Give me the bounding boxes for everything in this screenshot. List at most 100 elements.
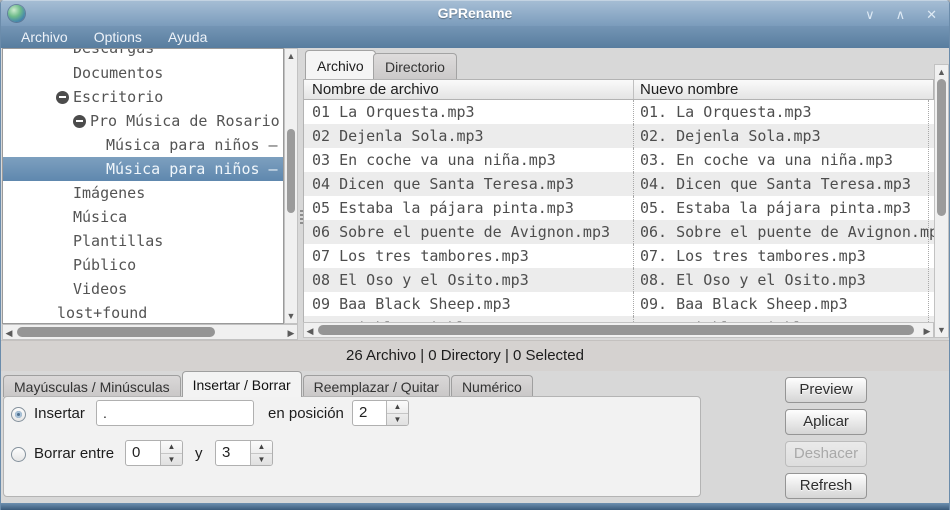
file-name: 08 El Oso y el Osito.mp3 — [304, 268, 634, 292]
column-header-newname[interactable]: Nuevo nombre — [634, 80, 933, 99]
file-new-name: 01. La Orquesta.mp3 — [640, 103, 812, 121]
tab-insertar-borrar[interactable]: Insertar / Borrar — [181, 371, 302, 397]
spin-down-icon[interactable]: ▼ — [387, 413, 408, 425]
scrollbar-thumb[interactable] — [937, 79, 946, 216]
tree-item[interactable]: Videos — [3, 277, 283, 301]
tree-item-label: Escritorio — [73, 88, 164, 106]
scrollbar-thumb[interactable] — [287, 129, 295, 213]
file-name: 04 Dicen que Santa Teresa.mp3 — [304, 172, 634, 196]
file-row[interactable]: 01 La Orquesta.mp3 01. La Orquesta.mp3 — [304, 100, 934, 124]
delete-from-spinner[interactable]: 0 ▲ ▼ — [125, 440, 183, 466]
scroll-left-icon[interactable]: ◀ — [305, 326, 315, 336]
insert-text-input[interactable] — [96, 400, 254, 426]
titlebar[interactable]: GPRename ∨ ∧ ✕ — [1, 0, 949, 26]
close-icon[interactable]: ✕ — [926, 8, 937, 21]
insert-label: Insertar — [34, 405, 85, 422]
tree-item-label: Imágenes — [73, 184, 146, 202]
file-new-name: 02. Dejenla Sola.mp3 — [640, 127, 821, 145]
scroll-right-icon[interactable]: ▶ — [922, 326, 932, 336]
tab-directorio[interactable]: Directorio — [373, 53, 457, 79]
tree-item-label: lost+found — [57, 304, 148, 322]
spin-down-icon[interactable]: ▼ — [161, 453, 182, 465]
collapse-expander-icon[interactable] — [56, 91, 69, 104]
collapse-expander-icon[interactable] — [73, 115, 86, 128]
file-new-name: 08. El Oso y el Osito.mp3 — [640, 271, 866, 289]
tree-item[interactable]: Plantillas — [3, 229, 283, 253]
file-new-name: 06. Sobre el puente de Avignon.mp3 — [640, 223, 934, 241]
tab-label: Numérico — [461, 379, 522, 395]
scrollbar-thumb[interactable] — [17, 327, 215, 337]
file-row[interactable]: 04 Dicen que Santa Teresa.mp3 04. Dicen … — [304, 172, 934, 196]
tree-horizontal-scrollbar: ◀ ▶ — [2, 324, 298, 340]
file-vertical-scrollbar: ▲ ▼ — [934, 64, 949, 338]
tree-item-selected[interactable]: Música para niños – — [3, 157, 283, 181]
tree-item[interactable]: Música para niños – — [3, 133, 283, 157]
tree-item[interactable]: Imágenes — [3, 181, 283, 205]
tree-item[interactable]: Descargas — [3, 49, 283, 61]
tab-reemplazar[interactable]: Reemplazar / Quitar — [302, 375, 450, 397]
tree-item-label: Público — [73, 256, 137, 274]
spin-up-icon[interactable]: ▲ — [161, 441, 182, 453]
tree-item[interactable]: Pro Música de Rosario — [3, 109, 283, 133]
delete-from-value[interactable]: 0 — [126, 441, 160, 465]
column-header-name[interactable]: Nombre de archivo — [304, 80, 634, 99]
spin-up-icon[interactable]: ▲ — [251, 441, 272, 453]
maximize-icon[interactable]: ∧ — [896, 8, 906, 21]
file-name: 05 Estaba la pájara pinta.mp3 — [304, 196, 634, 220]
scrollbar-thumb[interactable] — [318, 325, 914, 335]
tree-item-label: Pro Música de Rosario — [90, 112, 280, 130]
file-row[interactable]: 09 Baa Black Sheep.mp3 09. Baa Black She… — [304, 292, 934, 316]
tree-item[interactable]: Escritorio — [3, 85, 283, 109]
apply-button[interactable]: Aplicar — [785, 409, 867, 435]
delete-to-value[interactable]: 3 — [216, 441, 250, 465]
window-controls: ∨ ∧ ✕ — [865, 1, 937, 27]
file-row[interactable]: 02 Dejenla Sola.mp3 02. Dejenla Sola.mp3 — [304, 124, 934, 148]
scroll-down-icon[interactable]: ▼ — [935, 325, 948, 335]
spin-up-icon[interactable]: ▲ — [387, 401, 408, 413]
tab-mayusculas[interactable]: Mayúsculas / Minúsculas — [3, 375, 181, 397]
file-name: 07 Los tres tambores.mp3 — [304, 244, 634, 268]
delete-radio[interactable] — [11, 447, 26, 462]
file-new-name: 09. Baa Black Sheep.mp3 — [640, 295, 848, 313]
tab-archivo[interactable]: Archivo — [305, 50, 376, 79]
file-name: 09 Baa Black Sheep.mp3 — [304, 292, 634, 316]
file-row[interactable]: 03 En coche va una niña.mp3 03. En coche… — [304, 148, 934, 172]
spinner-steppers: ▲ ▼ — [250, 441, 272, 465]
file-row[interactable]: 06 Sobre el puente de Avignon.mp3 06. So… — [304, 220, 934, 244]
scroll-up-icon[interactable]: ▲ — [285, 51, 297, 61]
file-new-name: 07. Los tres tambores.mp3 — [640, 247, 866, 265]
delete-to-spinner[interactable]: 3 ▲ ▼ — [215, 440, 273, 466]
refresh-button[interactable]: Refresh — [785, 473, 867, 499]
tree-item[interactable]: Documentos — [3, 61, 283, 85]
file-name: 01 La Orquesta.mp3 — [304, 100, 634, 124]
menu-options[interactable]: Options — [85, 26, 151, 48]
scroll-right-icon[interactable]: ▶ — [286, 328, 296, 338]
insert-radio[interactable] — [11, 407, 26, 422]
file-new-name: 05. Estaba la pájara pinta.mp3 — [640, 199, 911, 217]
file-row[interactable]: 05 Estaba la pájara pinta.mp3 05. Estaba… — [304, 196, 934, 220]
position-spinner[interactable]: 2 ▲ ▼ — [352, 400, 409, 426]
tree-item-label: Plantillas — [73, 232, 164, 250]
tree-item[interactable]: lost+found — [3, 301, 283, 323]
scroll-down-icon[interactable]: ▼ — [285, 311, 297, 321]
spinner-steppers: ▲ ▼ — [386, 401, 408, 425]
status-text: 26 Archivo | 0 Directory | 0 Selected — [346, 347, 584, 364]
preview-button[interactable]: Preview — [785, 377, 867, 403]
scroll-up-icon[interactable]: ▲ — [935, 67, 948, 77]
menu-archivo[interactable]: Archivo — [12, 26, 77, 48]
file-row[interactable]: 07 Los tres tambores.mp3 07. Los tres ta… — [304, 244, 934, 268]
minimize-icon[interactable]: ∨ — [865, 8, 875, 21]
tree-item[interactable]: Público — [3, 253, 283, 277]
file-tabbar: Archivo Directorio — [303, 48, 949, 79]
scroll-left-icon[interactable]: ◀ — [4, 328, 14, 338]
menu-ayuda[interactable]: Ayuda — [159, 26, 216, 48]
position-value[interactable]: 2 — [353, 401, 386, 425]
file-row[interactable]: 08 El Oso y el Osito.mp3 08. El Oso y el… — [304, 268, 934, 292]
tab-numerico[interactable]: Numérico — [450, 375, 533, 397]
spin-down-icon[interactable]: ▼ — [251, 453, 272, 465]
tree-item[interactable]: Música — [3, 205, 283, 229]
tree-item-label: Videos — [73, 280, 128, 298]
delete-label: Borrar entre — [34, 445, 115, 462]
undo-button: Deshacer — [785, 441, 867, 467]
tree-item-label: Documentos — [73, 64, 164, 82]
